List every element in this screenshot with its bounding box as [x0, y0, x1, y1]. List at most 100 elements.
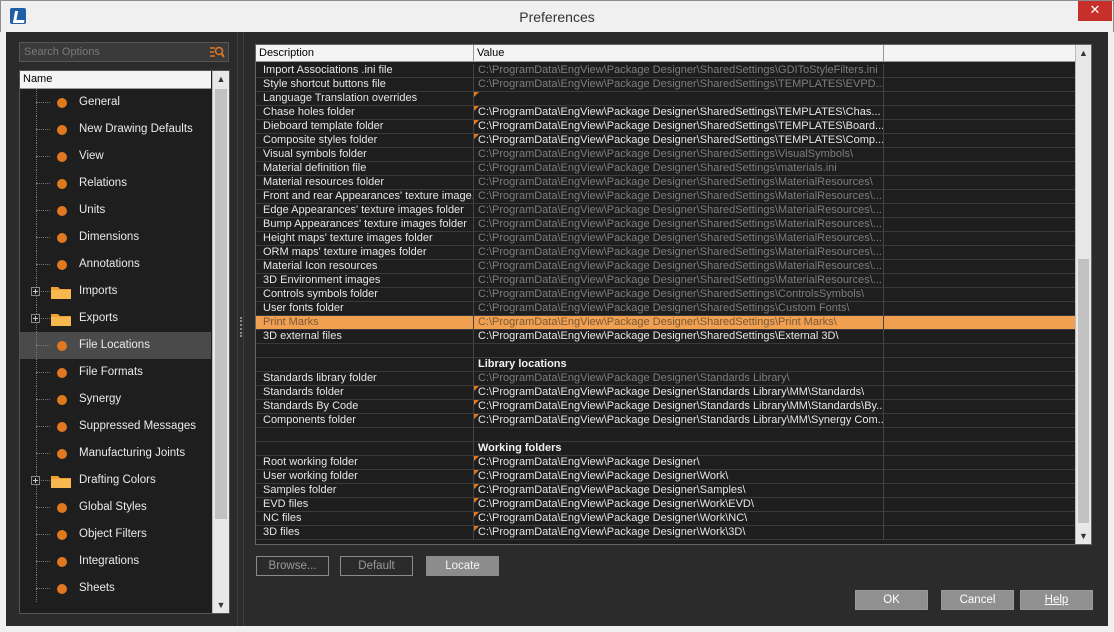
grid-row[interactable]: Components folder C:\ProgramData\EngView\… [256, 414, 1076, 428]
grid-row[interactable]: Standards By Code C:\ProgramData\EngView\… [256, 400, 1076, 414]
row-value[interactable]: C:\ProgramData\EngView\Package Designer\… [474, 316, 884, 330]
row-value[interactable]: C:\ProgramData\EngView\Package Designer\… [474, 288, 884, 302]
grid-row[interactable]: Chase holes folder C:\ProgramData\EngView… [256, 106, 1076, 120]
cancel-button[interactable]: Cancel [941, 590, 1014, 610]
tree-item-imports[interactable]: Imports [20, 278, 211, 305]
expand-plus-icon[interactable] [31, 287, 40, 296]
grid-row[interactable]: Language Translation overrides [256, 92, 1076, 106]
grid-row[interactable]: NC files C:\ProgramData\EngView\Package D… [256, 512, 1076, 526]
grid-row[interactable]: Import Associations .ini file C:\ProgramD… [256, 64, 1076, 78]
tree-item-object-filters[interactable]: Object Filters [20, 521, 211, 548]
expand-plus-icon[interactable] [31, 476, 40, 485]
row-value[interactable]: C:\ProgramData\EngView\Package Designer\… [474, 330, 884, 344]
tree-item-view[interactable]: View [20, 143, 211, 170]
tree-item-units[interactable]: Units [20, 197, 211, 224]
tree-item-exports[interactable]: Exports [20, 305, 211, 332]
tree-item-manufacturing-joints[interactable]: Manufacturing Joints [20, 440, 211, 467]
row-value[interactable]: C:\ProgramData\EngView\Package Designer\… [474, 134, 884, 148]
grid-row[interactable]: Front and rear Appearances' texture imag… [256, 190, 1076, 204]
row-value[interactable]: C:\ProgramData\EngView\Package Designer\… [474, 64, 884, 78]
row-value[interactable]: C:\ProgramData\EngView\Package Designer\… [474, 274, 884, 288]
row-value[interactable]: C:\ProgramData\EngView\Package Designer\… [474, 218, 884, 232]
close-button[interactable]: ✕ [1078, 1, 1112, 21]
grid-row[interactable]: 3D Environment images C:\ProgramData\EngV… [256, 274, 1076, 288]
row-value[interactable]: C:\ProgramData\EngView\Package Designer\… [474, 414, 884, 428]
tree-item-file-locations[interactable]: File Locations [20, 332, 211, 359]
grid-row[interactable]: Style shortcut buttons file C:\ProgramDat… [256, 78, 1076, 92]
row-value[interactable]: C:\ProgramData\EngView\Package Designer\… [474, 260, 884, 274]
tree-item-global-styles[interactable]: Global Styles [20, 494, 211, 521]
tree-item-drafting-colors[interactable]: Drafting Colors [20, 467, 211, 494]
tree-item-synergy[interactable]: Synergy [20, 386, 211, 413]
tree-item-sheets[interactable]: Sheets [20, 575, 211, 602]
grid-row[interactable]: Material definition file C:\ProgramData\E… [256, 162, 1076, 176]
row-value[interactable]: C:\ProgramData\EngView\Package Designer\ [474, 456, 884, 470]
tree-item-new-drawing-defaults[interactable]: New Drawing Defaults [20, 116, 211, 143]
grid-row[interactable]: Root working folder C:\ProgramData\EngVie… [256, 456, 1076, 470]
row-value[interactable]: C:\ProgramData\EngView\Package Designer\… [474, 386, 884, 400]
row-value[interactable] [474, 92, 884, 106]
row-value[interactable]: C:\ProgramData\EngView\Package Designer\… [474, 302, 884, 316]
grid-row[interactable]: User working folder C:\ProgramData\EngVie… [256, 470, 1076, 484]
splitter-grip-icon[interactable] [240, 317, 242, 337]
grid-row[interactable]: ORM maps' texture images folder C:\Progra… [256, 246, 1076, 260]
row-value[interactable]: C:\ProgramData\EngView\Package Designer\… [474, 484, 884, 498]
row-value[interactable]: C:\ProgramData\EngView\Package Designer\… [474, 204, 884, 218]
row-value[interactable]: C:\ProgramData\EngView\Package Designer\… [474, 148, 884, 162]
tree-scroll-thumb[interactable] [215, 89, 227, 519]
tree-item-relations[interactable]: Relations [20, 170, 211, 197]
file-locations-grid[interactable]: Description Value Import Associations .i… [255, 44, 1092, 545]
grid-row[interactable]: Visual symbols folder C:\ProgramData\EngV… [256, 148, 1076, 162]
grid-row[interactable]: Samples folder C:\ProgramData\EngView\Pac… [256, 484, 1076, 498]
row-value[interactable]: C:\ProgramData\EngView\Package Designer\… [474, 78, 884, 92]
scroll-down-arrow-icon[interactable]: ▼ [213, 597, 229, 613]
tree-item-general[interactable]: General [20, 89, 211, 116]
search-input[interactable] [20, 43, 206, 61]
expand-plus-icon[interactable] [31, 314, 40, 323]
tree-item-integrations[interactable]: Integrations [20, 548, 211, 575]
row-value[interactable]: C:\ProgramData\EngView\Package Designer\… [474, 176, 884, 190]
default-button[interactable]: Default [340, 556, 413, 576]
grid-row[interactable]: Height maps' texture images folder C:\Pro… [256, 232, 1076, 246]
grid-row[interactable]: EVD files C:\ProgramData\EngView\Package … [256, 498, 1076, 512]
row-value[interactable]: C:\ProgramData\EngView\Package Designer\… [474, 498, 884, 512]
grid-row[interactable]: Material Icon resources C:\ProgramData\En… [256, 260, 1076, 274]
search-options-icon[interactable] [209, 45, 225, 59]
grid-row[interactable]: Standards library folder C:\ProgramData\E… [256, 372, 1076, 386]
grid-row[interactable]: User fonts folder C:\ProgramData\EngView\… [256, 302, 1076, 316]
row-value[interactable]: C:\ProgramData\EngView\Package Designer\… [474, 190, 884, 204]
row-value[interactable]: C:\ProgramData\EngView\Package Designer\… [474, 106, 884, 120]
row-value[interactable]: C:\ProgramData\EngView\Package Designer\… [474, 470, 884, 484]
tree-item-file-formats[interactable]: File Formats [20, 359, 211, 386]
panel-splitter[interactable] [237, 32, 244, 626]
row-value[interactable]: C:\ProgramData\EngView\Package Designer\… [474, 400, 884, 414]
grid-row[interactable]: Dieboard template folder C:\ProgramData\E… [256, 120, 1076, 134]
row-value[interactable]: C:\ProgramData\EngView\Package Designer\… [474, 162, 884, 176]
options-tree[interactable]: Name General New Drawing Defaults View Rela… [19, 70, 230, 614]
grid-row[interactable] [256, 344, 1076, 358]
row-value[interactable]: C:\ProgramData\EngView\Package Designer\… [474, 246, 884, 260]
tree-item-annotations[interactable]: Annotations [20, 251, 211, 278]
row-value[interactable]: C:\ProgramData\EngView\Package Designer\… [474, 526, 884, 540]
tree-scrollbar[interactable]: ▲ ▼ [212, 71, 229, 613]
grid-scroll-down-arrow-icon[interactable]: ▼ [1076, 528, 1091, 544]
column-header-description[interactable]: Description [256, 45, 474, 62]
tree-item-dimensions[interactable]: Dimensions [20, 224, 211, 251]
help-button[interactable]: Help [1020, 590, 1093, 610]
grid-row[interactable]: Composite styles folder C:\ProgramData\En… [256, 134, 1076, 148]
grid-scrollbar[interactable]: ▲ ▼ [1075, 45, 1091, 544]
grid-row[interactable]: Material resources folder C:\ProgramData\… [256, 176, 1076, 190]
locate-button[interactable]: Locate [426, 556, 499, 576]
tree-item-suppressed-messages[interactable]: Suppressed Messages [20, 413, 211, 440]
grid-row[interactable]: Standards folder C:\ProgramData\EngView\P… [256, 386, 1076, 400]
grid-row[interactable] [256, 428, 1076, 442]
tree-header-name[interactable]: Name [20, 71, 211, 89]
row-value[interactable]: C:\ProgramData\EngView\Package Designer\… [474, 232, 884, 246]
browse-button[interactable]: Browse... [256, 556, 329, 576]
row-value[interactable] [474, 428, 884, 442]
column-header-extra[interactable] [884, 45, 1076, 62]
grid-scroll-up-arrow-icon[interactable]: ▲ [1076, 45, 1091, 61]
grid-row[interactable]: 3D external files C:\ProgramData\EngView\… [256, 330, 1076, 344]
ok-button[interactable]: OK [855, 590, 928, 610]
grid-scroll-thumb[interactable] [1078, 259, 1089, 523]
